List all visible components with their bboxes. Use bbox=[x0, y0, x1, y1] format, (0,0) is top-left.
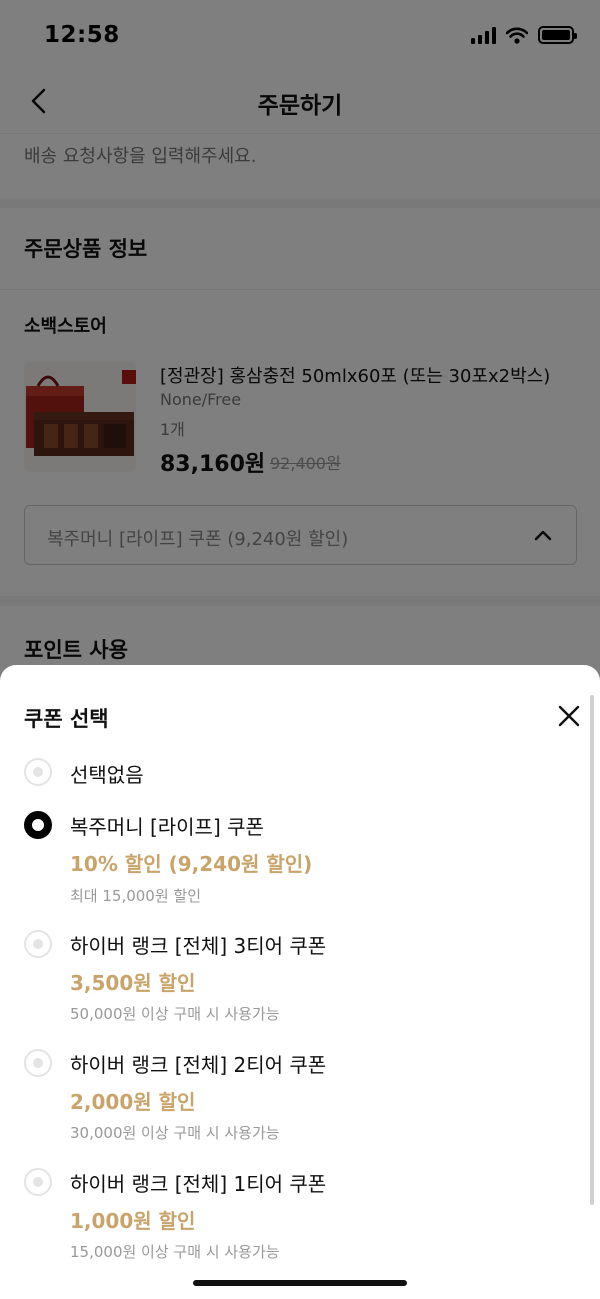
coupon-option-condition: 50,000원 이상 구매 시 사용가능 bbox=[70, 1005, 280, 1023]
coupon-option-discount: 2,000원 할인 bbox=[70, 1090, 196, 1114]
coupon-option-discount: 10% 할인 (9,240원 할인) bbox=[70, 852, 313, 876]
radio-icon bbox=[33, 767, 43, 777]
coupon-option-condition: 최대 15,000원 할인 bbox=[70, 887, 202, 905]
coupon-radio-none[interactable] bbox=[24, 758, 52, 786]
coupon-radio-1[interactable] bbox=[24, 811, 52, 839]
coupon-option-name[interactable]: 하이버 랭크 [전체] 1티어 쿠폰 bbox=[70, 1168, 326, 1197]
coupon-bottom-sheet: 쿠폰 선택 선택없음 복주머니 [라이프] 쿠폰 10% 할인 (9,240원 … bbox=[0, 665, 600, 1299]
home-indicator[interactable] bbox=[193, 1280, 407, 1286]
coupon-radio-2[interactable] bbox=[24, 930, 52, 958]
sheet-scrollbar[interactable] bbox=[590, 695, 594, 1205]
coupon-option-discount: 1,000원 할인 bbox=[70, 1209, 196, 1233]
close-icon[interactable] bbox=[556, 703, 582, 729]
coupon-option-condition: 15,000원 이상 구매 시 사용가능 bbox=[70, 1243, 280, 1261]
coupon-option-name[interactable]: 복주머니 [라이프] 쿠폰 bbox=[70, 811, 264, 840]
coupon-option-name[interactable]: 하이버 랭크 [전체] 2티어 쿠폰 bbox=[70, 1049, 326, 1078]
sheet-title: 쿠폰 선택 bbox=[24, 707, 109, 731]
coupon-option-name[interactable]: 하이버 랭크 [전체] 3티어 쿠폰 bbox=[70, 930, 326, 959]
coupon-radio-4[interactable] bbox=[24, 1168, 52, 1196]
radio-icon bbox=[33, 1177, 43, 1187]
coupon-option-discount: 3,500원 할인 bbox=[70, 971, 196, 995]
coupon-option-name[interactable]: 선택없음 bbox=[70, 759, 144, 788]
radio-icon bbox=[33, 1058, 43, 1068]
coupon-radio-3[interactable] bbox=[24, 1049, 52, 1077]
coupon-option-condition: 30,000원 이상 구매 시 사용가능 bbox=[70, 1124, 280, 1142]
radio-icon bbox=[34, 821, 42, 829]
radio-icon bbox=[33, 939, 43, 949]
